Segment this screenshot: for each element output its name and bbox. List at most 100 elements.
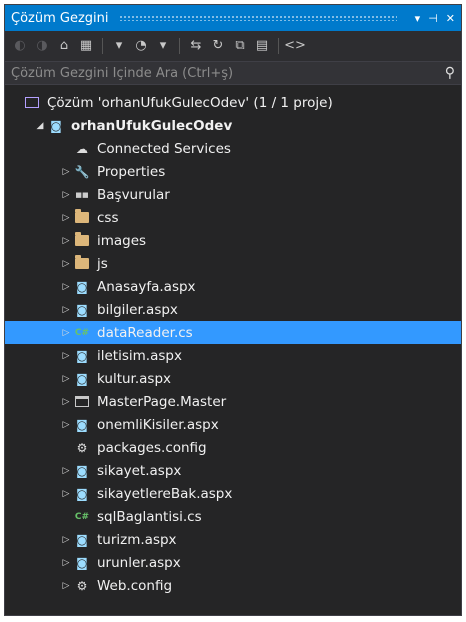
tree-item[interactable]: ▷ ◙ onemliKisiler.aspx (5, 413, 461, 436)
aspx-file-icon: ◙ (76, 417, 88, 432)
expand-arrow-icon[interactable]: ▷ (59, 236, 73, 246)
tree-item-label: turizm.aspx (97, 531, 177, 548)
expand-arrow-icon[interactable]: ▷ (59, 167, 73, 177)
tree-item-label: iletisim.aspx (97, 347, 182, 364)
search-icon[interactable]: ⚲ (445, 65, 455, 81)
tree-item[interactable]: ▷ ◙ sikayetlereBak.aspx (5, 482, 461, 505)
tree-item[interactable]: ▷ ◙ Anasayfa.aspx (5, 275, 461, 298)
expand-arrow-icon[interactable]: ▷ (59, 259, 73, 269)
tree-item[interactable]: ▷ ◙ iletisim.aspx (5, 344, 461, 367)
toolbar-separator (102, 38, 103, 54)
tree-item-label: Başvurular (97, 186, 170, 203)
csharp-file-icon: C# (74, 511, 90, 522)
window-position-icon[interactable]: ▾ (415, 12, 421, 25)
panel-titlebar[interactable]: Çözüm Gezgini ▾ ⊣ ✕ (5, 5, 461, 31)
tree-item-label: Çözüm 'orhanUfukGulecOdev' (1 / 1 proje) (47, 94, 333, 111)
aspx-file-icon: ◙ (76, 302, 88, 317)
tree-item[interactable]: ▷ js (5, 252, 461, 275)
switch-views-icon[interactable]: ▦ (75, 35, 97, 57)
expand-arrow-icon[interactable]: ▷ (59, 466, 73, 476)
home-icon[interactable]: ⌂ (53, 35, 75, 57)
tree-item[interactable]: ☁ Connected Services (5, 137, 461, 160)
tree-item[interactable]: ◢ ◙ orhanUfukGulecOdev (5, 114, 461, 137)
expand-arrow-icon[interactable]: ▷ (59, 190, 73, 200)
tree-item[interactable]: ▷ ◙ bilgiler.aspx (5, 298, 461, 321)
expand-arrow-icon[interactable]: ▷ (59, 535, 73, 545)
aspx-file-icon: ◙ (76, 486, 88, 501)
tree-item[interactable]: ▷ 🔧 Properties (5, 160, 461, 183)
config-file-icon: ⚙ (76, 440, 88, 455)
expand-arrow-icon[interactable]: ▷ (59, 581, 73, 591)
expand-arrow-icon[interactable]: ▷ (59, 374, 73, 384)
pending-changes-icon[interactable]: ◔ (130, 35, 152, 57)
expand-arrow-icon[interactable]: ▷ (59, 282, 73, 292)
tree-item[interactable]: ▷ C# dataReader.cs (5, 321, 461, 344)
tree-item[interactable]: ▷ ⚙ Web.config (5, 574, 461, 597)
web-project-icon: ◙ (50, 118, 62, 133)
tree-item[interactable]: ▷ ◙ urunler.aspx (5, 551, 461, 574)
search-bar: ⚲ (5, 61, 461, 85)
tree-item-label: packages.config (97, 439, 207, 456)
tree-item-label: MasterPage.Master (97, 393, 227, 410)
tree-item-label: urunler.aspx (97, 554, 181, 571)
tree-item[interactable]: Çözüm 'orhanUfukGulecOdev' (1 / 1 proje) (5, 91, 461, 114)
tree-item[interactable]: ▷ ■■ Başvurular (5, 183, 461, 206)
tree-item[interactable]: ▷ MasterPage.Master (5, 390, 461, 413)
aspx-file-icon: ◙ (76, 532, 88, 547)
solution-tree: Çözüm 'orhanUfukGulecOdev' (1 / 1 proje)… (5, 85, 461, 597)
tree-item[interactable]: ▷ images (5, 229, 461, 252)
csharp-file-icon: C# (74, 327, 90, 338)
expand-arrow-icon[interactable]: ▷ (59, 420, 73, 430)
solution-explorer-panel: Çözüm Gezgini ▾ ⊣ ✕ ◐◑⌂▦▾◔▾⇆↻⧉▤<> ⚲ Çözü… (4, 4, 462, 616)
toolbar-separator (278, 38, 279, 54)
forward-icon[interactable]: ◑ (31, 35, 53, 57)
drag-grip[interactable] (118, 15, 397, 21)
tree-item-label: sikayetlereBak.aspx (97, 485, 233, 502)
collapse-all-icon[interactable]: ⧉ (229, 35, 251, 57)
expand-arrow-icon[interactable]: ▷ (59, 213, 73, 223)
toolbar-separator (179, 38, 180, 54)
tree-item-label: onemliKisiler.aspx (97, 416, 219, 433)
expand-arrow-icon[interactable]: ▷ (59, 397, 73, 407)
references-icon: ■■ (75, 190, 89, 199)
expand-arrow-icon[interactable]: ▷ (59, 558, 73, 568)
solution-icon (23, 95, 41, 111)
aspx-file-icon: ◙ (76, 555, 88, 570)
dropdown-icon[interactable]: ▾ (108, 35, 130, 57)
config-file-icon: ⚙ (76, 578, 88, 593)
tree-item[interactable]: C# sqlBaglantisi.cs (5, 505, 461, 528)
tree-item-label: Anasayfa.aspx (97, 278, 196, 295)
master-page-icon (73, 394, 91, 410)
panel-title: Çözüm Gezgini (11, 10, 109, 26)
auto-hide-pin-icon[interactable]: ⊣ (428, 12, 438, 25)
show-all-files-icon[interactable]: ▤ (251, 35, 273, 57)
tree-item[interactable]: ▷ ◙ turizm.aspx (5, 528, 461, 551)
tree-item[interactable]: ▷ css (5, 206, 461, 229)
sync-icon[interactable]: ⇆ (185, 35, 207, 57)
tree-item[interactable]: ▷ ◙ kultur.aspx (5, 367, 461, 390)
back-icon[interactable]: ◐ (9, 35, 31, 57)
aspx-file-icon: ◙ (76, 371, 88, 386)
tree-item-label: images (97, 232, 147, 249)
expand-arrow-icon[interactable]: ▷ (59, 489, 73, 499)
expand-arrow-icon[interactable]: ▷ (59, 328, 73, 338)
tree-item-label: Connected Services (97, 140, 231, 157)
close-icon[interactable]: ✕ (446, 12, 455, 25)
wrench-icon: 🔧 (74, 164, 90, 179)
tree-item-label: dataReader.cs (97, 324, 193, 341)
folder-icon (73, 232, 91, 249)
connected-services-icon: ☁ (76, 141, 88, 156)
refresh-icon[interactable]: ↻ (207, 35, 229, 57)
aspx-file-icon: ◙ (76, 279, 88, 294)
expand-arrow-icon[interactable]: ◢ (33, 121, 47, 131)
search-input[interactable] (11, 65, 445, 81)
dropdown2-icon[interactable]: ▾ (152, 35, 174, 57)
code-view-icon[interactable]: <> (284, 35, 306, 57)
tree-item[interactable]: ⚙ packages.config (5, 436, 461, 459)
expand-arrow-icon[interactable]: ▷ (59, 351, 73, 361)
tree-item[interactable]: ▷ ◙ sikayet.aspx (5, 459, 461, 482)
tree-item-label: sikayet.aspx (97, 462, 182, 479)
expand-arrow-icon[interactable]: ▷ (59, 305, 73, 315)
tree-item-label: Web.config (97, 577, 173, 594)
tree-item-label: sqlBaglantisi.cs (97, 508, 202, 525)
